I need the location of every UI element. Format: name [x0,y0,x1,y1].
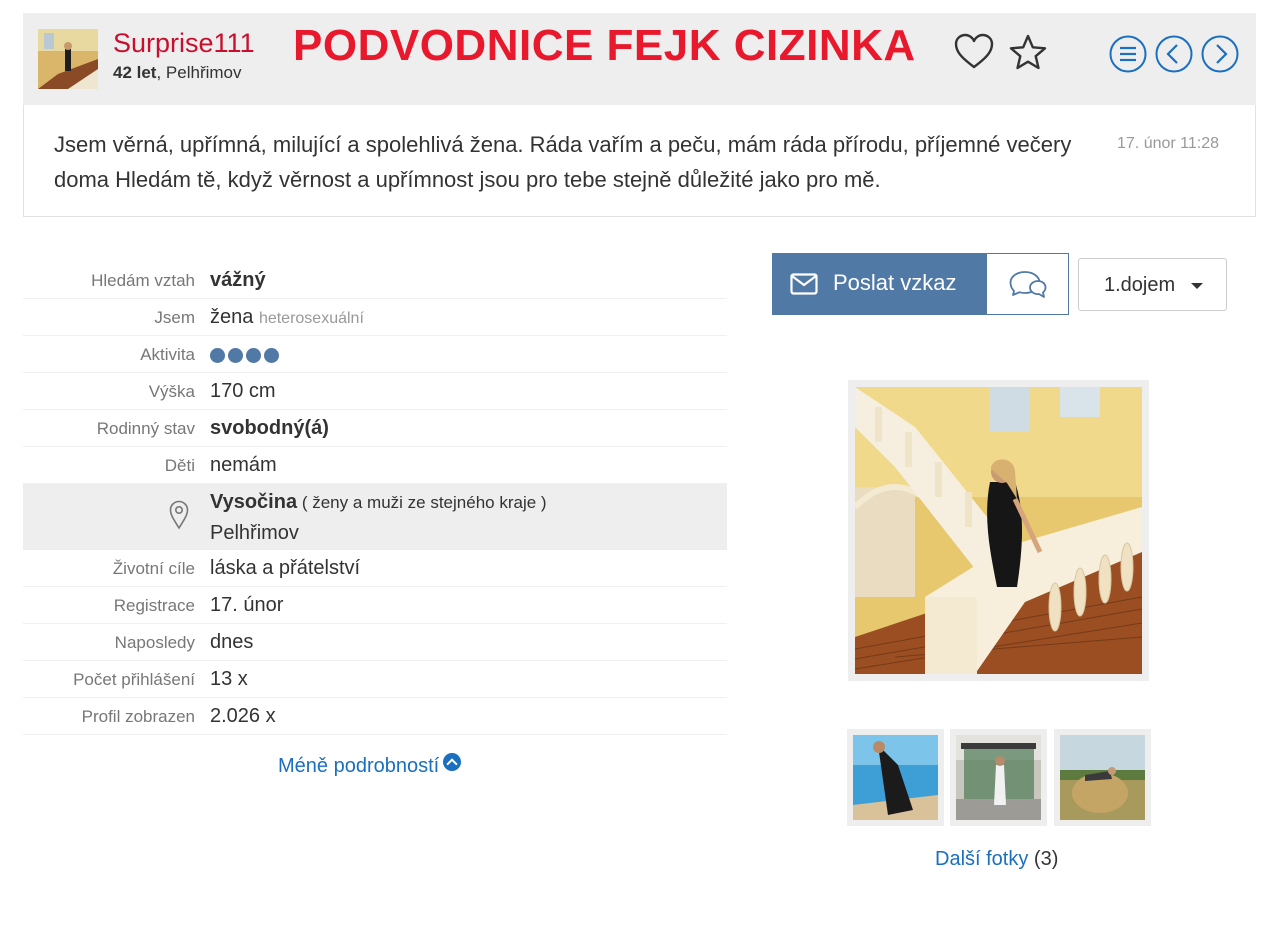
detail-label: Životní cíle [112,559,195,578]
more-photos: Další fotky (3) [935,848,1058,871]
detail-row-registration: Registrace 17. únor [23,587,727,624]
intro-box: Jsem věrná, upřímná, milující a spolehli… [23,105,1256,217]
city: , Pelhřimov [156,63,242,82]
main-photo[interactable] [848,380,1149,681]
activity-dot [264,348,279,363]
detail-row-last-seen: Naposledy dnes [23,624,727,661]
intro-timestamp: 17. únor 11:28 [1117,135,1220,152]
detail-value: 17. únor [210,594,284,616]
username[interactable]: Surprise111 [113,27,255,59]
caret-down-icon [1191,283,1203,289]
detail-row-am: Jsem žena heterosexuální [23,299,727,336]
photo-thumbnail[interactable] [847,729,944,826]
detail-row-height: Výška 170 cm [23,373,727,410]
detail-label: Počet přihlášení [73,670,195,689]
intro-text: Jsem věrná, upřímná, milující a spolehli… [54,132,1072,192]
and-text: a [348,493,368,512]
chat-button[interactable] [986,253,1069,315]
chevron-right-icon[interactable] [1201,35,1239,73]
profile-header: Surprise111 42 let, Pelhřimov PODVODNICE… [23,13,1256,105]
detail-label: Rodinný stav [96,419,195,438]
activity-dot [228,348,243,363]
detail-label: Výška [148,382,195,401]
more-photos-link[interactable]: Další fotky [935,848,1028,870]
orientation-value: heterosexuální [258,310,364,327]
detail-value: svobodný(á) [210,417,329,439]
women-region-link[interactable]: ženy [312,493,348,512]
detail-row-looking-for: Hledám vztah vážný [23,262,727,299]
first-impression-dropdown[interactable]: 1.dojem [1078,258,1227,311]
detail-label: Registrace [113,596,195,615]
detail-label: Děti [164,456,195,475]
heart-icon[interactable] [954,33,994,71]
detail-row-goals: Životní cíle láska a přátelství [23,550,727,587]
chevron-up-circle-icon[interactable] [443,753,462,771]
chevron-left-icon[interactable] [1155,35,1193,73]
send-message-label: Poslat vzkaz [833,270,957,295]
less-details-label[interactable]: Méně podrobností [278,755,439,777]
gender-value: žena [210,306,254,328]
men-region-link[interactable]: muži [367,493,403,512]
detail-value: 13 x [210,668,248,690]
send-message-button[interactable]: Poslat vzkaz [772,253,987,315]
menu-icon[interactable] [1109,35,1147,73]
detail-value: dnes [210,631,254,653]
photo-thumbnail[interactable] [950,729,1047,826]
detail-label: Hledám vztah [91,271,195,290]
warning-title: PODVODNICE FEJK CIZINKA [293,21,916,70]
less-details-link[interactable]: Méně podrobností [278,753,462,778]
activity-dots [210,348,279,363]
location-region-line: Vysočina ( ženy a muži ze stejného kraje… [210,491,547,514]
profile-meta: 42 let, Pelhřimov [113,63,242,83]
profile-details: Hledám vztah vážný Jsem žena heterosexuá… [23,262,727,777]
more-photos-count: (3) [1028,848,1059,870]
detail-row-activity: Aktivita [23,336,727,373]
detail-row-views: Profil zobrazen 2.026 x [23,698,727,735]
star-icon[interactable] [1009,34,1047,70]
avatar[interactable] [38,29,98,89]
detail-row-children: Děti nemám [23,447,727,484]
envelope-icon [790,273,818,301]
activity-dot [246,348,261,363]
activity-dot [210,348,225,363]
region-name: Vysočina [210,491,298,513]
detail-label: Profil zobrazen [81,707,195,726]
detail-value: 2.026 x [210,705,276,727]
detail-row-logins: Počet přihlášení 13 x [23,661,727,698]
detail-row-marital: Rodinný stav svobodný(á) [23,410,727,447]
detail-value: 170 cm [210,380,276,402]
paren-open: ( [297,493,313,512]
location-pin-icon [169,500,189,535]
detail-label: Aktivita [140,345,195,364]
location-city: Pelhřimov [210,522,299,544]
detail-value: láska a přátelství [210,557,361,579]
region-suffix: ze stejného kraje ) [402,493,547,512]
photo-thumbnail[interactable] [1054,729,1151,826]
detail-value: nemám [210,454,277,476]
detail-label: Jsem [154,308,195,327]
detail-value: žena heterosexuální [210,306,364,329]
detail-value: vážný [210,269,266,291]
detail-label: Naposledy [114,633,195,652]
age: 42 let [113,63,157,82]
detail-row-location: Vysočina ( ženy a muži ze stejného kraje… [23,484,727,550]
first-impression-label: 1.dojem [1104,274,1176,296]
